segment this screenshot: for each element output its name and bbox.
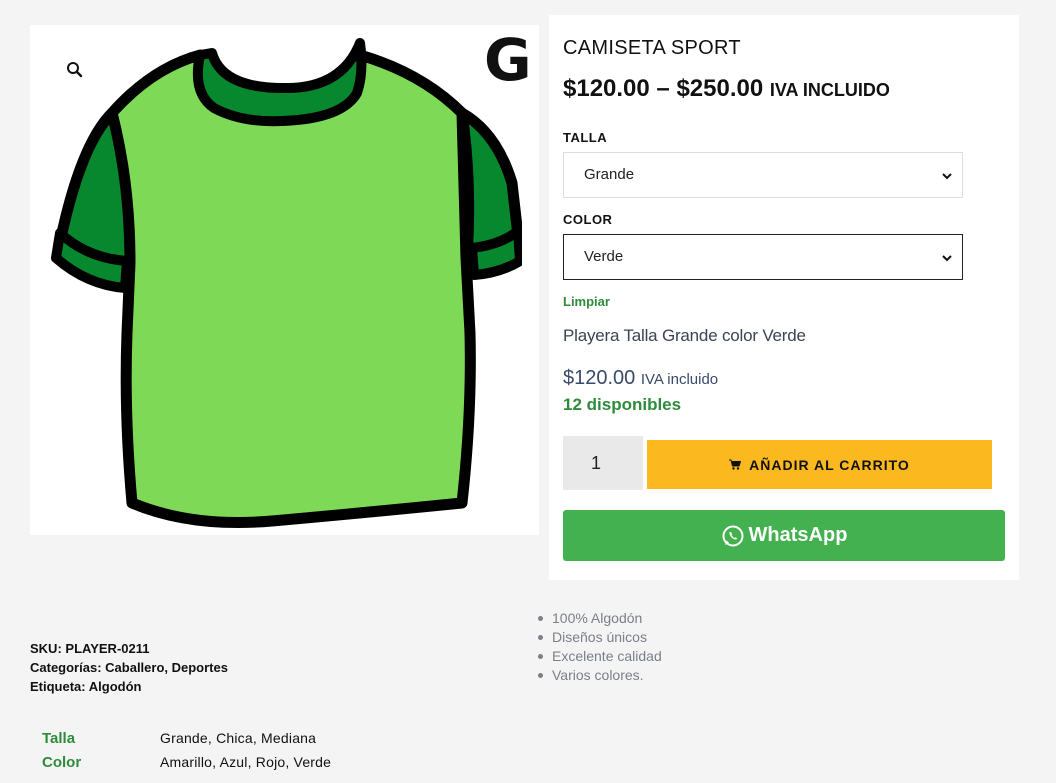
feature-item: Excelente calidad xyxy=(538,648,662,664)
product-info-panel: CAMISETA SPORT $120.00 – $250.00 IVA INC… xyxy=(549,15,1019,580)
whatsapp-button[interactable]: WhatsApp xyxy=(563,510,1005,561)
price-range-suffix: IVA INCLUIDO xyxy=(769,80,890,100)
clear-selection-link[interactable]: Limpiar xyxy=(563,294,610,309)
product-title: CAMISETA SPORT xyxy=(563,37,741,59)
cart-icon xyxy=(729,459,742,470)
attribute-name: Color xyxy=(42,754,82,771)
size-label: TALLA xyxy=(563,130,608,145)
size-select-value: Grande xyxy=(584,166,635,183)
feature-item: 100% Algodón xyxy=(538,609,662,628)
tag-label: Etiqueta: xyxy=(30,679,86,694)
attribute-value: Grande, Chica, Mediana xyxy=(160,730,317,746)
variation-price-suffix: IVA incluido xyxy=(640,371,719,388)
whatsapp-icon xyxy=(722,525,744,546)
feature-list: 100% Algodón Diseños únicos Excelente ca… xyxy=(538,609,662,685)
whatsapp-label: WhatsApp xyxy=(748,524,848,546)
stock-status: 12 disponibles xyxy=(563,395,682,414)
tag-row: Etiqueta: Algodón xyxy=(30,679,141,694)
chevron-down-icon xyxy=(942,255,952,262)
attribute-name: Talla xyxy=(42,730,76,747)
feature-item: Diseños únicos xyxy=(538,628,662,647)
categories-row: Categorías: Caballero, Deportes xyxy=(30,660,228,675)
sku-value: PLAYER-0211 xyxy=(65,641,150,656)
add-to-cart-button[interactable]: AÑADIR AL CARRITO xyxy=(647,440,992,489)
variation-description: Playera Talla Grande color Verde xyxy=(563,326,806,345)
zoom-icon[interactable] xyxy=(66,61,84,79)
attribute-value: Amarillo, Azul, Rojo, Verde xyxy=(160,754,332,770)
attribute-row-color: Color Amarillo, Azul, Rojo, Verde xyxy=(42,754,331,771)
tag-link[interactable]: Algodón xyxy=(89,679,142,694)
color-label: COLOR xyxy=(563,212,613,227)
product-image-panel: G xyxy=(30,25,539,535)
chevron-down-icon xyxy=(942,173,952,180)
variation-price-value: $120.00 xyxy=(563,367,636,389)
color-select[interactable]: Verde xyxy=(563,234,963,280)
size-badge: G xyxy=(484,26,532,94)
sku-label: SKU: xyxy=(30,641,62,656)
attribute-row-talla: Talla Grande, Chica, Mediana xyxy=(42,730,316,747)
variation-price: $120.00 IVA incluido xyxy=(563,367,718,390)
size-select[interactable]: Grande xyxy=(563,152,963,198)
sku-row: SKU: PLAYER-0211 xyxy=(30,641,149,656)
categories-label: Categorías: xyxy=(30,660,102,675)
feature-item: Varios colores. xyxy=(538,666,662,685)
price-range-value: $120.00 – $250.00 xyxy=(563,75,764,102)
color-select-value: Verde xyxy=(584,248,624,265)
price-range: $120.00 – $250.00 IVA INCLUIDO xyxy=(563,75,890,103)
categories-link[interactable]: Caballero, Deportes xyxy=(105,660,228,675)
quantity-input[interactable]: 1 xyxy=(563,436,643,490)
tshirt-image xyxy=(51,38,522,528)
add-to-cart-label: AÑADIR AL CARRITO xyxy=(749,456,910,473)
